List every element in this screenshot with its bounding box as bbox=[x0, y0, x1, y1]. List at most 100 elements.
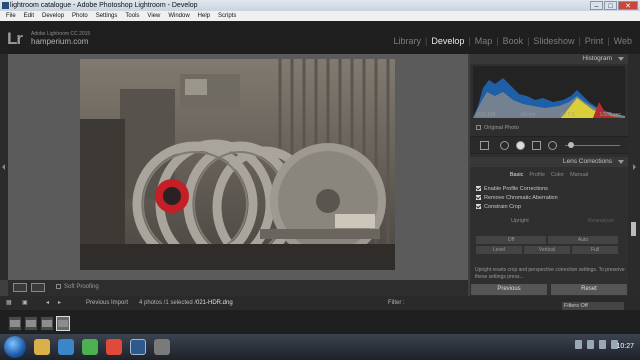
maximize-button[interactable]: □ bbox=[604, 1, 617, 10]
exif-focal: 34 mm bbox=[520, 112, 536, 118]
soft-proofing-label: Soft Proofing bbox=[64, 284, 99, 291]
histogram-graph bbox=[473, 78, 625, 118]
collapse-right-icon bbox=[633, 164, 636, 170]
left-panel-toggle[interactable] bbox=[0, 54, 8, 280]
soft-proofing-checkbox[interactable]: Soft Proofing bbox=[56, 284, 99, 290]
collapse-icon bbox=[618, 160, 624, 164]
filter-select[interactable]: Filters Off bbox=[562, 302, 624, 310]
tab-color[interactable]: Color bbox=[551, 171, 564, 180]
chrome-icon[interactable] bbox=[106, 339, 122, 355]
forward-arrow-icon[interactable]: ▸ bbox=[58, 296, 61, 310]
filmstrip-thumb[interactable] bbox=[40, 316, 54, 331]
checkbox-icon bbox=[476, 125, 481, 131]
close-button[interactable]: ✕ bbox=[618, 1, 638, 10]
lens-tabs: Basic Profile Color Manual bbox=[470, 171, 628, 180]
menu-settings[interactable]: Settings bbox=[96, 11, 118, 21]
reanalyze-button[interactable]: Reanalyze bbox=[588, 218, 614, 224]
tab-basic[interactable]: Basic bbox=[510, 171, 523, 180]
right-panel: Histogram ISO 100 34 mm ƒ / 7.1 1/500 se… bbox=[470, 54, 628, 296]
photo-count: 4 photos /1 selected / bbox=[139, 300, 197, 306]
tray-icon[interactable] bbox=[587, 340, 594, 349]
module-print[interactable]: Print bbox=[581, 35, 608, 47]
right-panel-scrollbar[interactable] bbox=[628, 54, 640, 296]
exif-iso: ISO 100 bbox=[477, 112, 496, 118]
media-icon[interactable] bbox=[82, 339, 98, 355]
menu-develop[interactable]: Develop bbox=[42, 11, 64, 21]
menu-edit[interactable]: Edit bbox=[24, 11, 34, 21]
upright-off-button[interactable]: Off bbox=[476, 236, 546, 244]
upright-label: Upright bbox=[511, 218, 529, 224]
network-icon[interactable] bbox=[599, 340, 606, 349]
crop-tool-icon[interactable] bbox=[480, 141, 489, 150]
module-develop[interactable]: Develop bbox=[427, 35, 468, 47]
upright-vertical-button[interactable]: Vertical bbox=[524, 246, 570, 254]
browser-icon[interactable] bbox=[58, 339, 74, 355]
upright-auto-button[interactable]: Auto bbox=[548, 236, 618, 244]
identity-site: hamperium.com bbox=[31, 37, 89, 46]
option-label: Constrain Crop bbox=[484, 204, 521, 210]
lightroom-window: lightroom catalogue - Adobe Photoshop Li… bbox=[0, 0, 640, 360]
menu-file[interactable]: File bbox=[6, 11, 16, 21]
module-book[interactable]: Book bbox=[499, 35, 528, 47]
explorer-icon[interactable] bbox=[34, 339, 50, 355]
tab-profile[interactable]: Profile bbox=[529, 171, 545, 180]
action-buttons: Previous Reset bbox=[470, 282, 628, 296]
menu-help[interactable]: Help bbox=[198, 11, 210, 21]
start-button[interactable] bbox=[4, 336, 26, 358]
minimize-button[interactable]: – bbox=[590, 1, 603, 10]
enable-profile-checkbox[interactable]: Enable Profile Corrections bbox=[476, 186, 548, 192]
module-web[interactable]: Web bbox=[610, 35, 636, 47]
original-photo-checkbox[interactable]: Original Photo bbox=[476, 125, 519, 131]
secondary-display-icon[interactable]: ▣ bbox=[22, 296, 28, 310]
lens-corrections-header[interactable]: Lens Corrections bbox=[470, 157, 628, 167]
brush-slider-knob[interactable] bbox=[568, 142, 574, 148]
module-map[interactable]: Map bbox=[471, 35, 497, 47]
filmstrip bbox=[0, 310, 640, 334]
checkbox-icon bbox=[56, 284, 61, 289]
filmstrip-source[interactable]: Previous Import bbox=[86, 296, 128, 310]
constrain-crop-checkbox[interactable]: Constrain Crop bbox=[476, 204, 521, 210]
loupe-view-icon[interactable] bbox=[13, 283, 27, 292]
title-bar: lightroom catalogue - Adobe Photoshop Li… bbox=[0, 0, 640, 11]
lightroom-taskbar-icon[interactable] bbox=[130, 339, 146, 355]
red-eye-icon[interactable] bbox=[516, 141, 525, 150]
menu-scripts[interactable]: Scripts bbox=[218, 11, 236, 21]
histogram-chart[interactable] bbox=[473, 66, 625, 118]
upright-full-button[interactable]: Full bbox=[572, 246, 618, 254]
menu-tools[interactable]: Tools bbox=[125, 11, 139, 21]
module-library[interactable]: Library bbox=[389, 35, 425, 47]
back-arrow-icon[interactable]: ◂ bbox=[46, 296, 49, 310]
menu-view[interactable]: View bbox=[147, 11, 160, 21]
selected-file[interactable]: 021-HDR.dng bbox=[196, 296, 233, 310]
histogram-header[interactable]: Histogram bbox=[470, 54, 628, 64]
filmstrip-thumb[interactable] bbox=[24, 316, 38, 331]
graduated-filter-icon[interactable] bbox=[532, 141, 541, 150]
compare-view-icon[interactable] bbox=[31, 283, 45, 292]
module-slideshow[interactable]: Slideshow bbox=[529, 35, 578, 47]
lens-corrections-title: Lens Corrections bbox=[562, 158, 612, 165]
tab-manual[interactable]: Manual bbox=[570, 171, 588, 180]
view-grid-icon[interactable]: ▦ bbox=[6, 296, 12, 310]
filmstrip-thumb-selected[interactable] bbox=[56, 316, 70, 331]
radial-filter-icon[interactable] bbox=[548, 141, 557, 150]
upright-level-button[interactable]: Level bbox=[476, 246, 522, 254]
collapse-icon bbox=[618, 57, 624, 61]
option-label: Remove Chromatic Aberration bbox=[484, 195, 558, 201]
spot-removal-icon[interactable] bbox=[500, 141, 509, 150]
windows-taskbar: 10:27 bbox=[0, 334, 640, 360]
histogram-title: Histogram bbox=[582, 55, 612, 62]
check-icon bbox=[476, 195, 481, 201]
scrollbar-thumb[interactable] bbox=[631, 222, 636, 236]
reset-button[interactable]: Reset bbox=[551, 284, 627, 295]
previous-button[interactable]: Previous bbox=[471, 284, 547, 295]
tool-strip bbox=[470, 136, 628, 154]
main-photo[interactable] bbox=[80, 59, 395, 270]
app-icon[interactable] bbox=[154, 339, 170, 355]
filmstrip-thumb[interactable] bbox=[8, 316, 22, 331]
menu-window[interactable]: Window bbox=[168, 11, 189, 21]
clock[interactable]: 10:27 bbox=[616, 343, 634, 350]
system-tray bbox=[575, 340, 618, 349]
menu-photo[interactable]: Photo bbox=[72, 11, 88, 21]
tray-icon[interactable] bbox=[575, 340, 582, 349]
remove-ca-checkbox[interactable]: Remove Chromatic Aberration bbox=[476, 195, 558, 201]
